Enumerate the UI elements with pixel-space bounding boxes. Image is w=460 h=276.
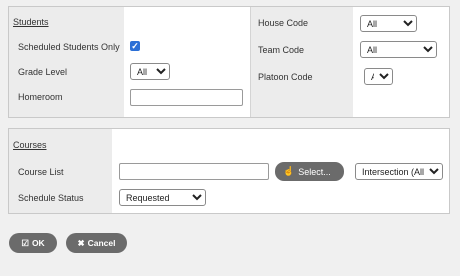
house-code-label: House Code — [258, 18, 309, 28]
course-list-label: Course List — [18, 167, 64, 177]
ok-button-label: OK — [31, 238, 45, 248]
hand-pointer-icon: ☝ — [283, 166, 295, 176]
cancel-button-label: Cancel — [87, 238, 116, 248]
intersection-select[interactable]: Intersection (All) — [355, 163, 443, 180]
courses-section-title: Courses — [13, 140, 47, 150]
grade-level-label: Grade Level — [18, 67, 68, 77]
homeroom-label: Homeroom — [18, 92, 63, 102]
team-code-select[interactable]: All — [360, 41, 437, 58]
team-code-label: Team Code — [258, 45, 305, 55]
course-list-input[interactable] — [119, 163, 269, 180]
platoon-code-label: Platoon Code — [258, 72, 313, 82]
grade-level-select[interactable]: All — [130, 63, 170, 80]
ok-button[interactable]: ☑ OK — [9, 233, 57, 253]
close-icon: ✖ — [77, 237, 85, 248]
cancel-button[interactable]: ✖ Cancel — [66, 233, 127, 253]
schedule-status-label: Schedule Status — [18, 193, 84, 203]
checkbox-check-icon: ☑ — [21, 237, 29, 248]
schedule-status-select[interactable]: Requested — [119, 189, 206, 206]
homeroom-input[interactable] — [130, 89, 243, 106]
course-select-button[interactable]: ☝ Select... — [275, 162, 344, 181]
scheduled-only-checkbox[interactable]: ✓ — [130, 41, 140, 51]
course-select-button-label: Select... — [298, 166, 331, 177]
students-section-title: Students — [13, 17, 49, 27]
students-divider — [250, 7, 251, 117]
house-code-select[interactable]: All — [360, 15, 417, 32]
scheduled-only-label: Scheduled Students Only — [18, 42, 120, 52]
platoon-code-select[interactable]: All — [364, 68, 393, 85]
